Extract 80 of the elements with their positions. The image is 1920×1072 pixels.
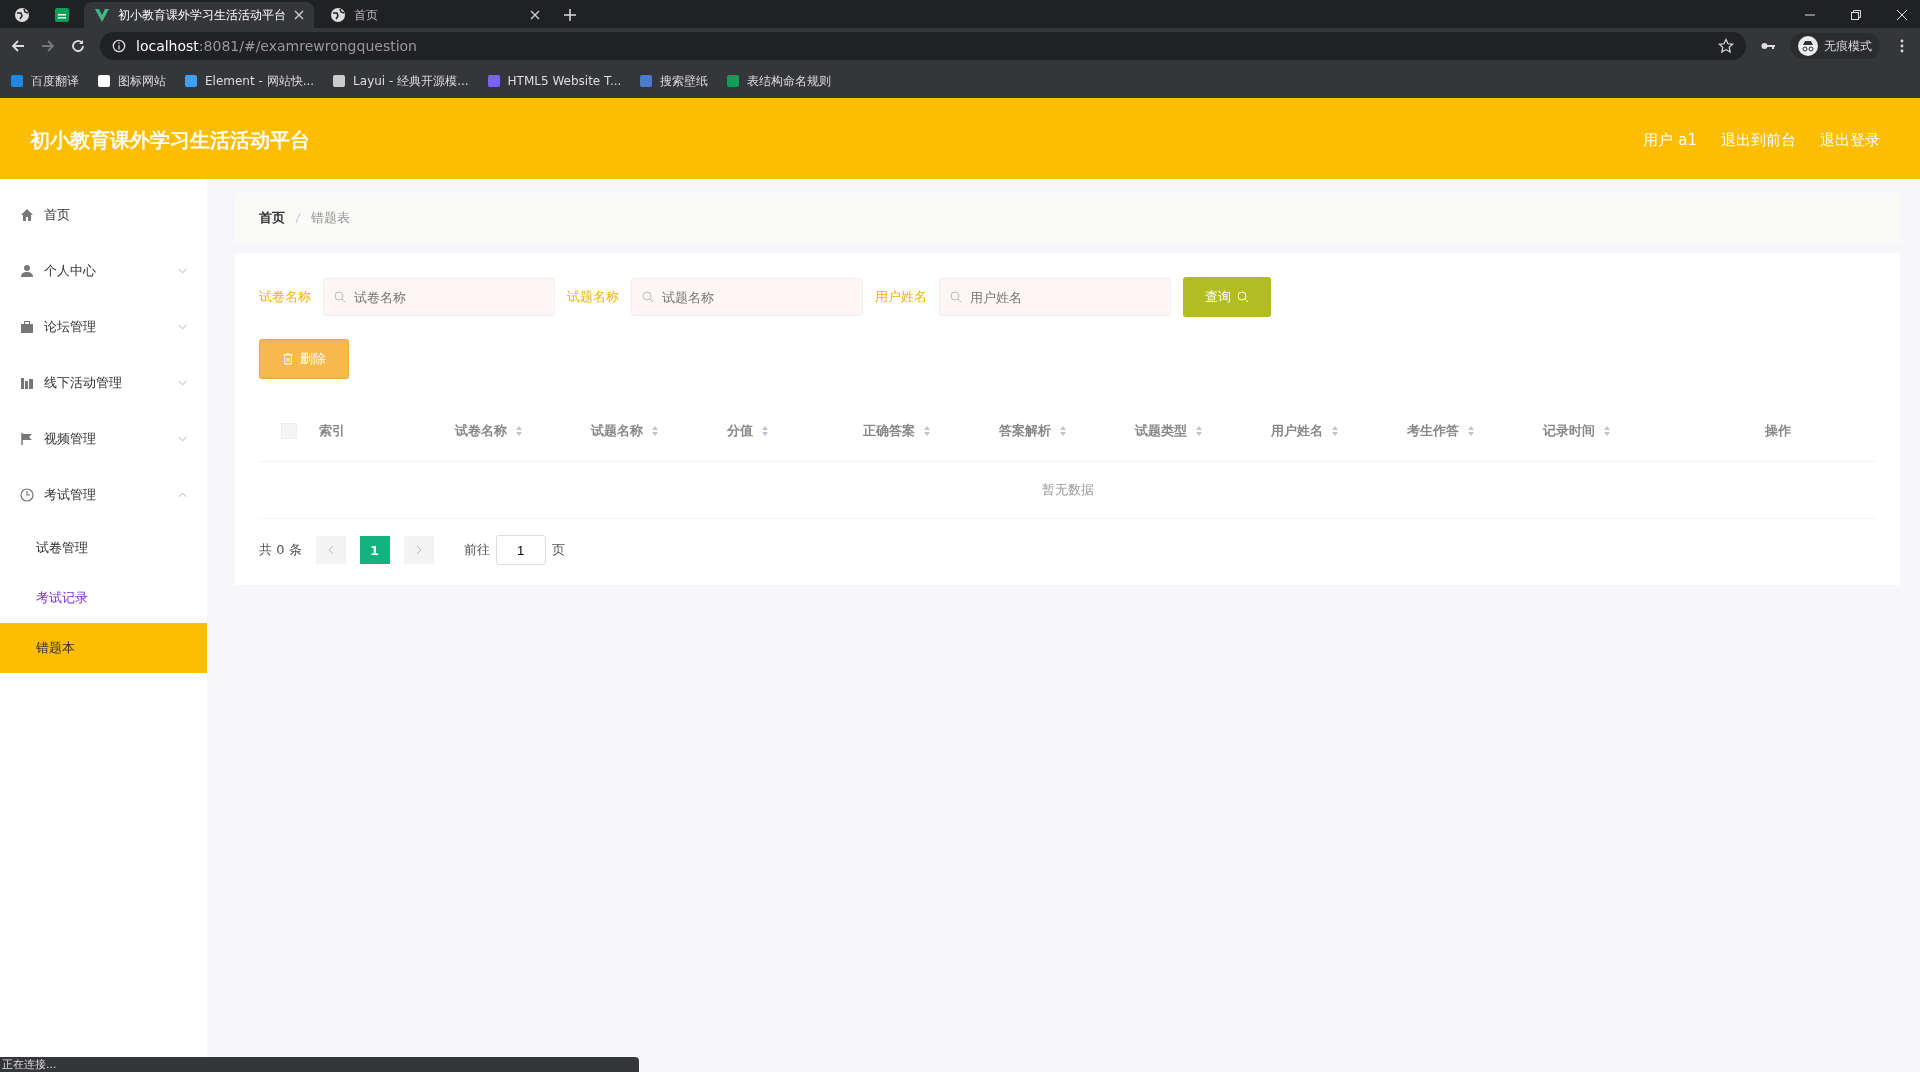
filter-label: 试题名称 xyxy=(567,288,619,306)
search-field[interactable]: 试题名称 xyxy=(631,278,863,316)
globe-icon xyxy=(330,7,346,23)
menu-item[interactable]: 视频管理 xyxy=(0,411,207,467)
menu-item[interactable]: 考试管理 xyxy=(0,467,207,523)
breadcrumb-item: 错题表 xyxy=(311,209,350,227)
menu-item[interactable]: 首页 xyxy=(0,187,207,243)
bookmark[interactable]: 表结构命名规则 xyxy=(726,72,832,90)
bars-icon xyxy=(20,376,34,390)
menu-item[interactable]: 个人中心 xyxy=(0,243,207,299)
search-icon xyxy=(642,291,654,303)
incognito-icon xyxy=(1798,36,1818,56)
bookmark[interactable]: Element - 网站快... xyxy=(184,72,315,90)
back-icon[interactable] xyxy=(10,38,26,54)
bookmark[interactable]: HTML5 Website T... xyxy=(486,74,622,88)
app-title: 初小教育课外学习生活活动平台 xyxy=(30,126,310,154)
spreadsheet-icon[interactable] xyxy=(54,7,70,23)
bookmark[interactable]: 百度翻译 xyxy=(10,72,79,90)
filter-label: 试卷名称 xyxy=(259,288,311,306)
incognito-button[interactable]: 无痕模式 xyxy=(1790,33,1880,59)
search-field[interactable]: 用户姓名 xyxy=(939,278,1171,316)
chevron-right-icon xyxy=(415,545,422,555)
column-header[interactable]: 操作 xyxy=(1764,422,1791,440)
submenu-item[interactable]: 考试记录 xyxy=(0,573,207,623)
close-icon[interactable] xyxy=(1896,9,1908,21)
browser-tab[interactable]: 首页 xyxy=(320,2,550,28)
column-header[interactable]: 记录时间 xyxy=(1543,422,1595,440)
chevron-icon xyxy=(178,492,187,498)
bookmark[interactable]: 图标网站 xyxy=(97,72,166,90)
clock-icon xyxy=(20,488,34,502)
bookmark[interactable]: 搜索壁纸 xyxy=(639,72,709,90)
info-icon xyxy=(112,39,126,53)
search-field[interactable]: 试卷名称 xyxy=(323,278,555,316)
bookmark[interactable]: Layui - 经典开源模... xyxy=(332,72,469,90)
breadcrumb-item[interactable]: 首页 xyxy=(259,209,285,227)
forward-icon[interactable] xyxy=(40,38,56,54)
chevron-icon xyxy=(178,324,187,330)
chevron-left-icon xyxy=(327,545,334,555)
empty-message: 暂无数据 xyxy=(1041,481,1094,499)
user-icon xyxy=(20,264,34,278)
trash-icon xyxy=(282,353,294,365)
column-header[interactable]: 试卷名称 xyxy=(455,422,507,440)
column-header[interactable]: 正确答案 xyxy=(863,422,915,440)
menu-item[interactable]: 线下活动管理 xyxy=(0,355,207,411)
close-icon[interactable] xyxy=(530,10,540,20)
restore-icon[interactable] xyxy=(1850,9,1862,21)
filter-label: 用户姓名 xyxy=(875,288,927,306)
v-logo-icon xyxy=(94,7,110,23)
close-icon[interactable] xyxy=(294,10,304,20)
address-field[interactable]: localhost:8081/#/examrewrongquestion xyxy=(100,32,1746,60)
reload-icon[interactable] xyxy=(70,38,86,54)
column-header[interactable]: 考生作答 xyxy=(1407,422,1459,440)
search-icon xyxy=(1237,291,1249,303)
submenu-item[interactable]: 试卷管理 xyxy=(0,523,207,573)
menu-item[interactable]: 论坛管理 xyxy=(0,299,207,355)
goto-label: 前往 xyxy=(463,541,490,559)
page-suffix: 页 xyxy=(551,541,565,559)
submenu-item[interactable]: 错题本 xyxy=(0,623,207,673)
column-header[interactable]: 试题名称 xyxy=(591,422,643,440)
status-bar: 正在连接... xyxy=(0,1057,639,1072)
search-icon xyxy=(950,291,962,303)
total-count: 共 0 条 xyxy=(259,541,302,559)
star-icon[interactable] xyxy=(1718,38,1734,54)
column-header[interactable]: 答案解析 xyxy=(999,422,1051,440)
flag-icon xyxy=(20,432,34,446)
chevron-icon xyxy=(178,436,187,442)
chevron-icon xyxy=(178,268,187,274)
column-header[interactable]: 索引 xyxy=(319,422,345,440)
column-header[interactable]: 试题类型 xyxy=(1135,422,1187,440)
column-header[interactable]: 用户姓名 xyxy=(1271,422,1323,440)
briefcase-icon xyxy=(20,320,34,334)
home-icon xyxy=(20,208,34,222)
new-tab-icon[interactable] xyxy=(564,9,576,21)
search-icon xyxy=(334,291,346,303)
column-header[interactable]: 分值 xyxy=(727,422,753,440)
chevron-icon xyxy=(178,380,187,386)
breadcrumb-separator xyxy=(295,212,301,224)
globe-icon[interactable] xyxy=(14,7,30,23)
page-input[interactable]: 1 xyxy=(495,535,546,565)
browser-tab[interactable]: 初小教育课外学习生活活动平台 xyxy=(84,2,314,28)
